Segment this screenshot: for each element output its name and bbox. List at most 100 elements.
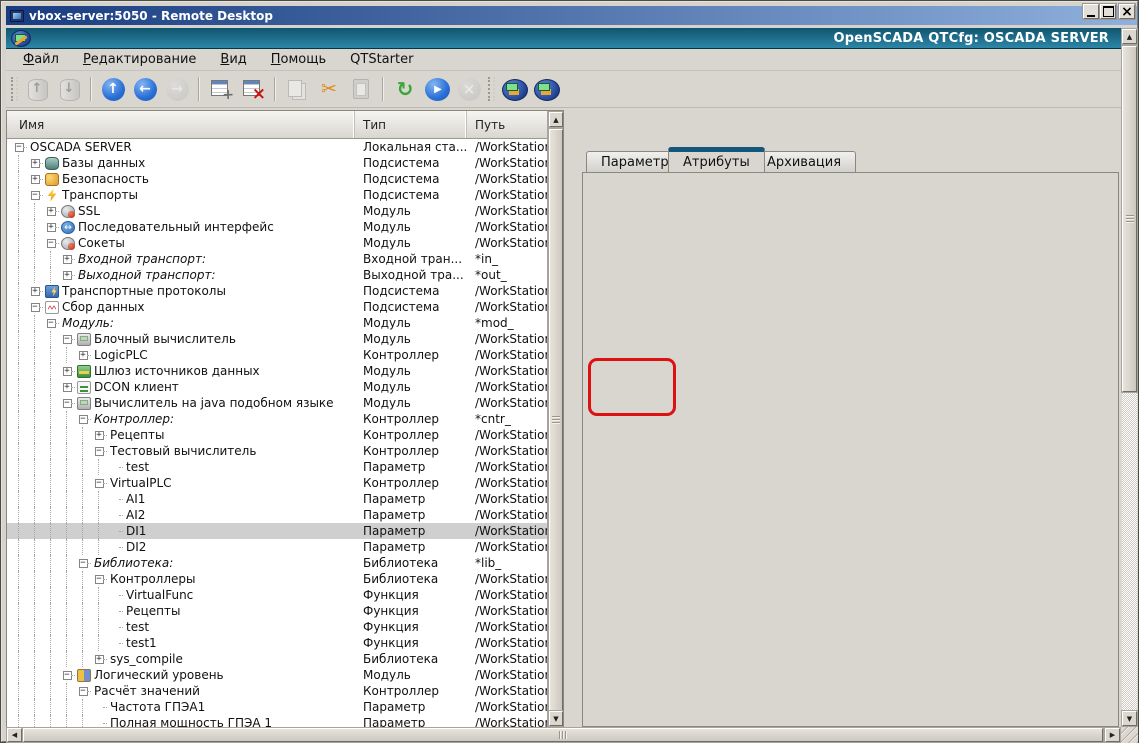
tree-row[interactable]: − Сокеты Модуль /WorkStation [7, 235, 564, 251]
expand-toggle[interactable]: + [47, 207, 56, 216]
window-titlebar[interactable]: vbox-server:5050 - Remote Desktop [6, 6, 1137, 25]
tree-row[interactable]: − Контроллеры Библиотека /WorkStation [7, 571, 564, 587]
tree-row[interactable]: − Тестовый вычислитель Контроллер /WorkS… [7, 443, 564, 459]
column-header-type[interactable]: Тип [355, 111, 467, 138]
tree-row[interactable]: + LogicPLC Контроллер /WorkStation [7, 347, 564, 363]
menu-item-qtstarter[interactable]: QTStarter [341, 50, 422, 69]
viewer-vertical-scrollbar[interactable]: ▲ ▼ [1121, 28, 1138, 727]
tree-row[interactable]: AI2 Параметр /WorkStation [7, 507, 564, 523]
scroll-left-icon[interactable]: ◀ [7, 728, 22, 742]
tree-row[interactable]: Частота ГПЭА1 Параметр /WorkStation [7, 699, 564, 715]
maximize-button[interactable] [1100, 4, 1116, 19]
menu-item-edit[interactable]: Редактирование [74, 50, 205, 69]
toolbar-handle[interactable] [488, 77, 495, 101]
tree-row[interactable]: + sys_compile Библиотека /WorkStation [7, 651, 564, 667]
delete-item-icon[interactable] [238, 75, 268, 103]
tree-row[interactable]: + Шлюз источников данных Модуль /WorkSta… [7, 363, 564, 379]
tree-row[interactable]: − VirtualPLC Контроллер /WorkStation [7, 475, 564, 491]
tree-vertical-scrollbar[interactable]: ▲ ▼ [547, 111, 563, 727]
collapse-toggle[interactable]: − [63, 335, 72, 344]
collapse-toggle[interactable]: − [31, 191, 40, 200]
expand-toggle[interactable]: + [63, 255, 72, 264]
add-item-icon[interactable] [206, 75, 236, 103]
scroll-down-icon[interactable]: ▼ [549, 711, 563, 726]
expand-toggle[interactable]: + [63, 271, 72, 280]
resize-grip[interactable] [1121, 727, 1138, 743]
viewer-hscrollbar-thumb[interactable] [23, 728, 1103, 742]
tree-row[interactable]: − Библиотека: Библиотека *lib_ [7, 555, 564, 571]
tree-row[interactable]: + Входной транспорт: Входной тран... *in… [7, 251, 564, 267]
cut-icon[interactable] [314, 75, 344, 103]
tree-row[interactable]: DI2 Параметр /WorkStation [7, 539, 564, 555]
collapse-toggle[interactable]: − [47, 319, 56, 328]
expand-toggle[interactable]: + [63, 367, 72, 376]
tree-row[interactable]: + SSL Модуль /WorkStation [7, 203, 564, 219]
tree-row[interactable]: AI1 Параметр /WorkStation [7, 491, 564, 507]
menu-item-file[interactable]: Файл [14, 50, 68, 69]
expand-toggle[interactable]: + [63, 383, 72, 392]
tree-row[interactable]: Полная мощность ГПЭА 1 Параметр /WorkSta… [7, 715, 564, 727]
tree-row[interactable]: − Расчёт значений Контроллер /WorkStatio… [7, 683, 564, 699]
collapse-toggle[interactable]: − [95, 575, 104, 584]
expand-toggle[interactable]: + [95, 655, 104, 664]
tab-archiving[interactable]: Архивация [752, 151, 856, 172]
viewer-horizontal-scrollbar[interactable]: ◀ ▶ [6, 727, 1121, 743]
tree-row[interactable]: + DCON клиент Модуль /WorkStation [7, 379, 564, 395]
scroll-down-icon[interactable]: ▼ [1122, 711, 1137, 726]
tree-row[interactable]: DI1 Параметр /WorkStation [7, 523, 564, 539]
scroll-right-icon[interactable]: ▶ [1105, 728, 1120, 742]
tab-attributes[interactable]: Атрибуты [668, 147, 765, 172]
back-icon[interactable] [130, 75, 160, 103]
tree-row[interactable]: Рецепты Функция /WorkStation [7, 603, 564, 619]
tree-row[interactable]: test Функция /WorkStation [7, 619, 564, 635]
collapse-toggle[interactable]: − [31, 303, 40, 312]
collapse-toggle[interactable]: − [63, 671, 72, 680]
collapse-toggle[interactable]: − [79, 415, 88, 424]
tree-row[interactable]: − Блочный вычислитель Модуль /WorkStatio… [7, 331, 564, 347]
tree-scrollbar-thumb[interactable] [549, 129, 563, 711]
up-icon[interactable] [98, 75, 128, 103]
tree-row[interactable]: − OSCADA SERVER Локальная ста... /WorkSt… [7, 139, 564, 155]
expand-toggle[interactable]: + [79, 351, 88, 360]
expand-toggle[interactable]: + [95, 431, 104, 440]
collapse-toggle[interactable]: − [15, 143, 24, 152]
close-button[interactable] [1119, 4, 1135, 19]
expand-toggle[interactable]: + [31, 159, 40, 168]
toolbar-handle[interactable] [11, 77, 18, 101]
tree-row[interactable]: + Выходной транспорт: Выходной тра... *o… [7, 267, 564, 283]
tree-row[interactable]: + Последовательный интерфейс Модуль /Wor… [7, 219, 564, 235]
expand-toggle[interactable]: + [31, 175, 40, 184]
tree-row[interactable]: test Параметр /WorkStation [7, 459, 564, 475]
app-titlebar[interactable]: OpenSCADA QTCfg: OSCADA SERVER [6, 28, 1121, 49]
collapse-toggle[interactable]: − [95, 447, 104, 456]
collapse-toggle[interactable]: − [79, 687, 88, 696]
tree-row[interactable]: − Сбор данных Подсистема /WorkStation [7, 299, 564, 315]
collapse-toggle[interactable]: − [63, 399, 72, 408]
menu-item-view[interactable]: Вид [211, 50, 255, 69]
scroll-up-icon[interactable]: ▲ [1122, 29, 1137, 44]
tree-row[interactable]: VirtualFunc Функция /WorkStation [7, 587, 564, 603]
tree-row[interactable]: − Модуль: Модуль *mod_ [7, 315, 564, 331]
minimize-button[interactable] [1083, 4, 1099, 19]
scroll-up-icon[interactable]: ▲ [549, 112, 563, 127]
tree-row[interactable]: + Безопасность Подсистема /WorkStation [7, 171, 564, 187]
start-icon[interactable] [422, 75, 452, 103]
tree-row[interactable]: + Базы данных Подсистема /WorkStation [7, 155, 564, 171]
collapse-toggle[interactable]: − [95, 479, 104, 488]
openscada-starter-icon[interactable] [531, 75, 561, 103]
tree-row[interactable]: − Контроллер: Контроллер *cntr_ [7, 411, 564, 427]
tree-row[interactable]: + Рецепты Контроллер /WorkStation [7, 427, 564, 443]
expand-toggle[interactable]: + [47, 223, 56, 232]
tree-row[interactable]: + Транспортные протоколы Подсистема /Wor… [7, 283, 564, 299]
tree-row[interactable]: − Транспорты Подсистема /WorkStation [7, 187, 564, 203]
openscada-config-icon[interactable] [499, 75, 529, 103]
expand-toggle[interactable]: + [31, 287, 40, 296]
refresh-icon[interactable] [390, 75, 420, 103]
tree-row[interactable]: − Логический уровень Модуль /WorkStation [7, 667, 564, 683]
collapse-toggle[interactable]: − [79, 559, 88, 568]
menu-item-help[interactable]: Помощь [262, 50, 335, 69]
collapse-toggle[interactable]: − [47, 239, 56, 248]
tree-row[interactable]: test1 Функция /WorkStation [7, 635, 564, 651]
tree-row[interactable]: − Вычислитель на java подобном языке Мод… [7, 395, 564, 411]
viewer-scrollbar-thumb[interactable] [1122, 46, 1137, 392]
